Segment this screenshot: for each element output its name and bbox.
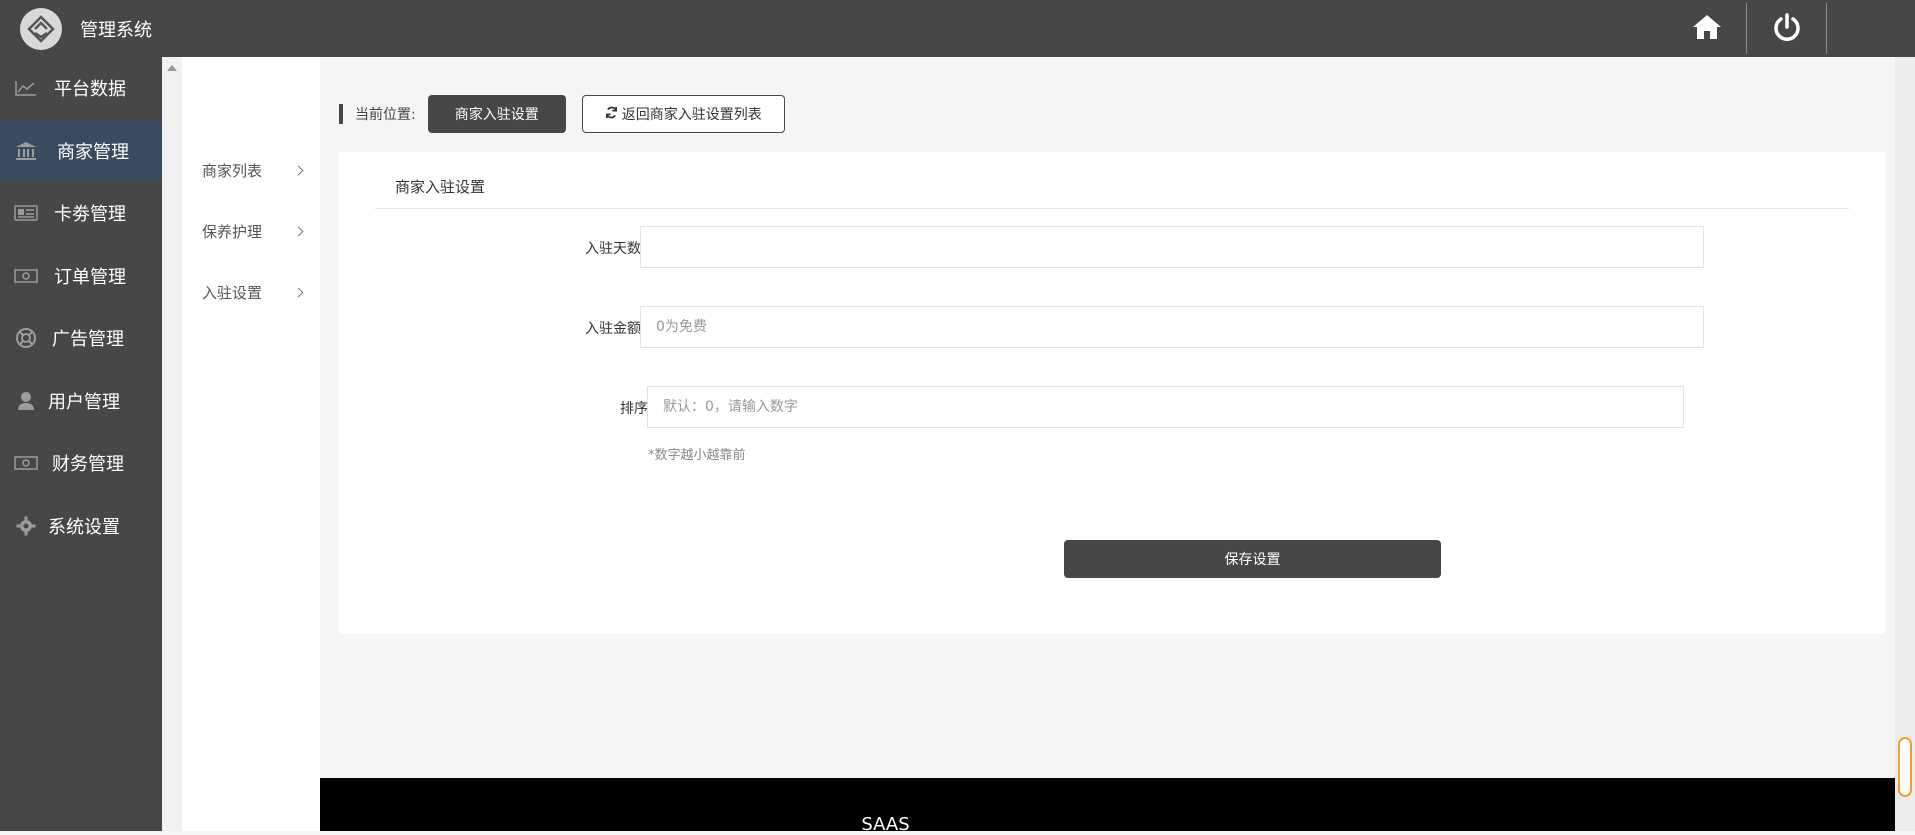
sidebar-item-order[interactable]: 订单管理: [0, 245, 162, 308]
sidebar-item-label: 商家管理: [57, 141, 129, 163]
user-icon: [14, 389, 38, 413]
subnav-item-label: 入驻设置: [202, 284, 263, 302]
page-scrollbar[interactable]: [1895, 57, 1915, 831]
home-button[interactable]: [1667, 3, 1747, 54]
chevron-right-icon: [293, 226, 304, 237]
scrollbar-cap: [1895, 0, 1915, 57]
card-icon: [14, 201, 38, 225]
money-icon: [14, 451, 38, 475]
subnav-item-entry-settings[interactable]: 入驻设置: [182, 262, 320, 323]
panel-title: 商家入驻设置: [395, 178, 486, 196]
sub-navigation: 商家列表 保养护理 入驻设置: [182, 57, 320, 831]
sidebar-item-ads[interactable]: 广告管理: [0, 307, 162, 370]
bank-icon: [14, 139, 38, 163]
sidebar-item-label: 平台数据: [54, 79, 126, 101]
scroll-up-arrow-icon[interactable]: [167, 65, 177, 71]
subnav-item-maintenance[interactable]: 保养护理: [182, 201, 320, 262]
scrollbar-thumb[interactable]: [1898, 737, 1912, 797]
gear-icon: [14, 514, 38, 538]
top-bar: 管理系统: [0, 0, 1895, 57]
home-icon: [1691, 13, 1723, 45]
sidebar-item-label: 订单管理: [54, 266, 126, 288]
breadcrumb: 当前位置: 商家入驻设置 返回商家入驻设置列表: [339, 95, 785, 133]
sidebar-item-finance[interactable]: 财务管理: [0, 432, 162, 495]
sort-order-label: 排序: [620, 401, 648, 417]
sidebar-item-label: 用户管理: [48, 391, 120, 413]
entry-fee-input[interactable]: [640, 306, 1704, 348]
current-page-button[interactable]: 商家入驻设置: [427, 95, 566, 133]
logo-icon[interactable]: [20, 7, 62, 50]
entry-days-input[interactable]: [640, 226, 1704, 268]
app-title: 管理系统: [80, 19, 152, 41]
logout-button[interactable]: [1747, 3, 1827, 54]
sidebar-item-label: 财务管理: [52, 454, 124, 476]
sidebar-item-merchant[interactable]: 商家管理: [0, 119, 162, 182]
top-actions: [1667, 0, 1895, 57]
sidebar-item-label: 系统设置: [48, 516, 120, 538]
subnav-item-label: 保养护理: [202, 223, 263, 241]
sidebar-scrollbar[interactable]: [162, 57, 182, 831]
back-to-list-button[interactable]: 返回商家入驻设置列表: [581, 95, 785, 133]
sidebar-item-platform-data[interactable]: 平台数据: [0, 57, 162, 120]
entry-fee-label: 入驻金额: [585, 321, 641, 337]
entry-days-label: 入驻天数: [585, 241, 641, 257]
breadcrumb-label: 当前位置:: [355, 107, 416, 123]
chevron-right-icon: [293, 287, 304, 298]
main-content: 当前位置: 商家入驻设置 返回商家入驻设置列表 商家入驻设置 入驻天数 入驻金额…: [320, 57, 1895, 831]
chevron-right-icon: [293, 165, 304, 176]
refresh-icon: [605, 106, 618, 123]
sort-hint: *数字越小越靠前: [648, 448, 746, 463]
footer: SAAS: [320, 778, 1895, 835]
sidebar-item-settings[interactable]: 系统设置: [0, 495, 162, 558]
divider: [375, 208, 1849, 209]
save-settings-button[interactable]: 保存设置: [1064, 540, 1441, 578]
money-icon: [14, 264, 38, 288]
settings-panel: 商家入驻设置 入驻天数 入驻金额 排序 *数字越小越靠前 保存设置: [339, 152, 1885, 634]
sidebar-item-coupon[interactable]: 卡劵管理: [0, 182, 162, 245]
subnav-item-merchant-list[interactable]: 商家列表: [182, 140, 320, 201]
sort-order-input[interactable]: [647, 386, 1684, 428]
subnav-item-label: 商家列表: [202, 162, 263, 180]
sidebar-item-label: 卡劵管理: [54, 204, 126, 226]
back-to-list-label: 返回商家入驻设置列表: [621, 107, 762, 123]
sidebar-item-label: 广告管理: [52, 329, 124, 351]
lifebuoy-icon: [14, 326, 38, 350]
chart-line-icon: [14, 76, 38, 100]
sidebar: 平台数据 商家管理 卡劵管理 订单管理 广告管理 用户管理 财务管理 系统设置: [0, 57, 162, 831]
breadcrumb-marker: [339, 104, 343, 124]
power-icon: [1772, 12, 1802, 46]
footer-text: SAAS: [861, 814, 910, 835]
sidebar-item-user[interactable]: 用户管理: [0, 370, 162, 433]
